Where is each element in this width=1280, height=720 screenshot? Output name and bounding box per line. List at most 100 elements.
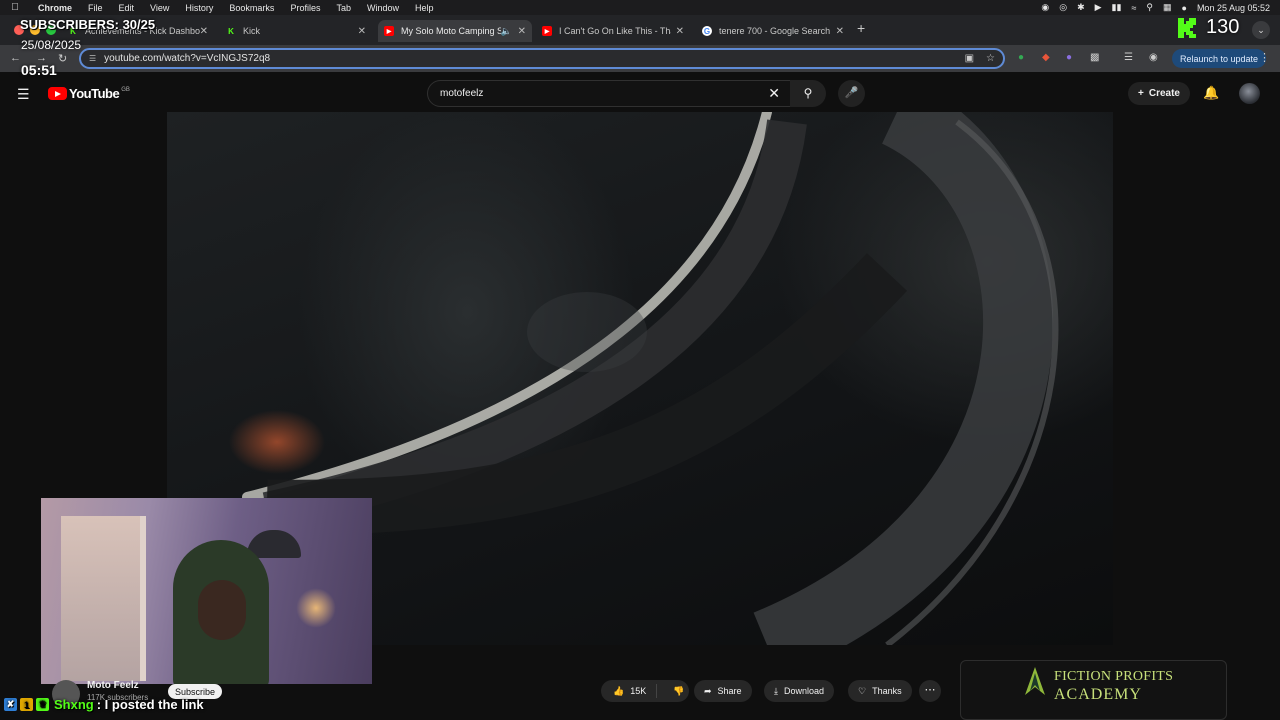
overlay-time: 05:51 [21, 62, 57, 78]
chrome-menu-icon[interactable]: ⋮ [1259, 51, 1270, 64]
kick-icon: K [228, 26, 234, 36]
voice-search-button[interactable]: 🎤 [838, 80, 865, 107]
search-box[interactable]: motofeelz ✕ [427, 80, 791, 107]
reload-icon[interactable]: ↻ [58, 52, 67, 65]
tab-cant-go-on[interactable]: ▶ I Can't Go On Like This - Tha ✕ [536, 20, 690, 42]
tab-moto-camping[interactable]: ▶ My Solo Moto Camping St 🔈 ✕ [378, 20, 532, 42]
kick-logo-icon [1178, 17, 1196, 38]
menu-bookmarks[interactable]: Bookmarks [221, 3, 282, 13]
extensions-puzzle-icon[interactable]: ▩ [1090, 52, 1099, 63]
like-dislike-group: 👍 15K 👎 [601, 680, 689, 702]
thanks-label: Thanks [872, 686, 902, 696]
menu-profiles[interactable]: Profiles [282, 3, 328, 13]
tab-title: My Solo Moto Camping St [401, 26, 501, 36]
microphone-icon: 🎤 [844, 87, 859, 99]
status-app-icon[interactable]: ◎ [1059, 2, 1067, 13]
status-app-icon[interactable]: ◉ [1041, 2, 1049, 13]
chat-badge-icon: ✘ [4, 698, 17, 711]
chat-sub-badge: 1 [20, 698, 33, 711]
spotlight-icon[interactable]: ⚲ [1146, 2, 1153, 13]
menu-edit[interactable]: Edit [111, 3, 143, 13]
grammarly-extension-icon[interactable]: ● [1018, 52, 1024, 63]
new-tab-icon[interactable]: + [857, 20, 865, 36]
youtube-logo[interactable]: YouTube GB [48, 86, 130, 101]
reading-list-icon[interactable]: ☰ [1124, 52, 1133, 63]
menu-history[interactable]: History [177, 3, 221, 13]
address-bar[interactable]: ☰ youtube.com/watch?v=VcINGJS72q8 ▣ ☆ [79, 48, 1005, 69]
battery-icon[interactable]: ▮▮ [1112, 2, 1122, 13]
share-icon: ➦ [704, 685, 712, 696]
crown-icon: ♕ [36, 698, 49, 711]
speaker-icon[interactable]: 🔈 [501, 26, 512, 37]
menu-window[interactable]: Window [359, 3, 407, 13]
search-button[interactable]: ⚲ [790, 80, 826, 107]
back-arrow-icon[interactable]: ← [10, 52, 21, 64]
sponsored-ad-card[interactable]: FICTION PROFITS ACADEMY [960, 660, 1227, 720]
streamer-webcam [41, 498, 372, 684]
close-tab-icon[interactable]: ✕ [200, 26, 208, 37]
create-button[interactable]: + Create [1128, 82, 1190, 105]
menu-help[interactable]: Help [407, 3, 442, 13]
address-url[interactable]: youtube.com/watch?v=VcINGJS72q8 [104, 53, 270, 64]
tab-kick[interactable]: K Kick ✕ [220, 20, 372, 42]
extension-icon[interactable]: ● [1066, 52, 1072, 63]
control-center-icon[interactable]: ▦ [1163, 2, 1172, 13]
menubar-clock[interactable]: Mon 25 Aug 05:52 [1197, 3, 1270, 13]
extension-icon[interactable]: ◆ [1042, 52, 1050, 63]
search-input[interactable]: motofeelz [440, 88, 483, 99]
account-avatar[interactable] [1239, 83, 1260, 104]
menu-file[interactable]: File [80, 3, 111, 13]
ad-logo-icon [1025, 667, 1045, 695]
relaunch-button[interactable]: Relaunch to update [1172, 49, 1267, 68]
webcam-face [198, 580, 246, 640]
profile-icon[interactable]: ◉ [1149, 52, 1158, 63]
apple-icon[interactable]:  [0, 2, 30, 13]
overlay-date: 25/08/2025 [21, 38, 82, 52]
thanks-button[interactable]: ♡ Thanks [848, 680, 912, 702]
dislike-button[interactable]: 👎 [663, 686, 694, 697]
thumbs-up-icon: 👍 [613, 685, 625, 696]
youtube-play-icon [48, 87, 67, 100]
hamburger-menu-icon[interactable]: ☰ [17, 86, 30, 103]
bluetooth-icon[interactable]: ✱ [1077, 2, 1085, 13]
tab-search-chevron-icon[interactable]: ⌄ [1252, 21, 1270, 39]
webcam-window-blinds [61, 516, 146, 681]
close-tab-icon[interactable]: ✕ [676, 26, 684, 37]
webcam-light-glow [296, 588, 336, 628]
share-button[interactable]: ➦ Share [694, 680, 752, 702]
notifications-bell-icon[interactable]: 🔔 [1203, 85, 1219, 101]
browser-toolbar: ← → ↻ ☰ youtube.com/watch?v=VcINGJS72q8 … [0, 45, 1280, 72]
site-info-icon[interactable]: ☰ [89, 54, 96, 63]
plus-icon: + [1138, 88, 1144, 99]
overlay-chat-message: ✘ 1 ♕ Shxng : I posted the link [4, 697, 204, 712]
siri-icon[interactable]: ● [1182, 3, 1187, 13]
clear-search-icon[interactable]: ✕ [768, 85, 780, 102]
overlay-subscriber-goal: SUBSCRIBERS: 30/25 [20, 17, 156, 32]
channel-name[interactable]: Moto Feelz [87, 680, 139, 691]
kick-viewer-count: 130 [1206, 16, 1240, 38]
tab-google-search[interactable]: G tenere 700 - Google Search ✕ [696, 20, 850, 42]
like-count: 15K [630, 686, 647, 696]
wifi-icon[interactable]: ≈ [1131, 3, 1136, 13]
bookmark-star-icon[interactable]: ☆ [986, 53, 995, 64]
create-label: Create [1148, 88, 1180, 99]
overlay-kick-counter: 130 [1178, 16, 1239, 39]
menu-view[interactable]: View [142, 3, 177, 13]
search-icon: ⚲ [803, 86, 813, 100]
menu-chrome[interactable]: Chrome [30, 3, 80, 13]
close-tab-icon[interactable]: ✕ [518, 26, 526, 37]
like-button[interactable]: 👍 15K [601, 684, 658, 698]
download-icon: ⤓ [774, 685, 778, 696]
close-tab-icon[interactable]: ✕ [358, 26, 366, 37]
ad-title-line1: FICTION PROFITS [1054, 669, 1174, 684]
ad-title-line2: ACADEMY [1054, 686, 1142, 703]
close-tab-icon[interactable]: ✕ [836, 26, 844, 37]
more-actions-icon[interactable]: ⋯ [919, 680, 941, 702]
install-app-icon[interactable]: ▣ [965, 53, 974, 64]
download-button[interactable]: ⤓ Download [764, 680, 835, 702]
menubar-status-area: ◉ ◎ ✱ ▶ ▮▮ ≈ ⚲ ▦ ● Mon 25 Aug 05:52 [1041, 0, 1270, 15]
menu-tab[interactable]: Tab [328, 3, 359, 13]
media-icon[interactable]: ▶ [1095, 2, 1102, 13]
download-label: Download [783, 686, 825, 696]
youtube-header: ☰ YouTube GB motofeelz ✕ ⚲ 🎤 + Create 🔔 [0, 72, 1280, 114]
